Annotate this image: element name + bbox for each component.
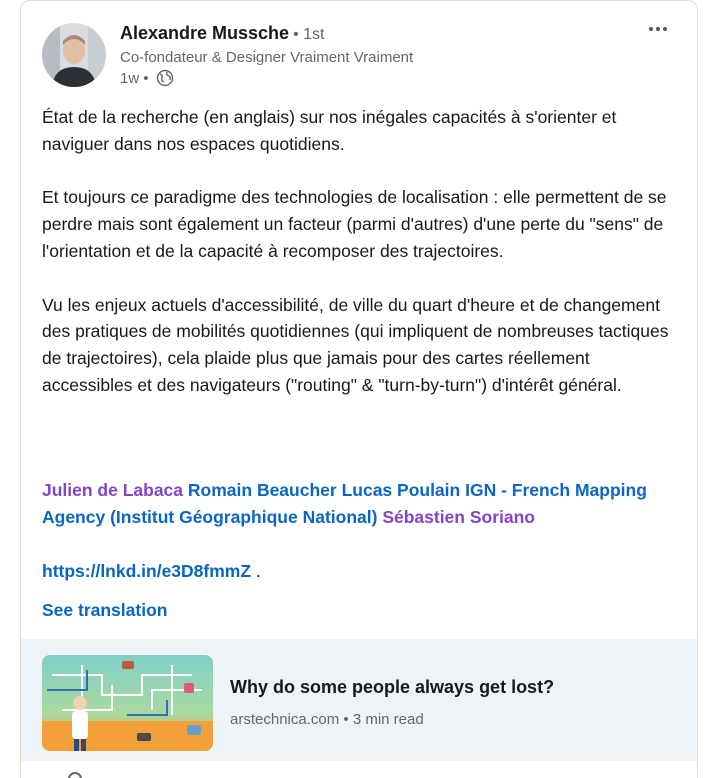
more-horizontal-icon-dot: [663, 27, 667, 31]
globe-icon: [156, 69, 174, 87]
article-preview[interactable]: Why do some people always get lost? arst…: [21, 639, 697, 761]
meta-separator: •: [143, 69, 149, 87]
connection-degree: • 1st: [293, 26, 325, 43]
mention-julien-de-labaca[interactable]: Julien de Labaca: [42, 480, 183, 500]
author-name[interactable]: Alexandre Mussche • 1st: [120, 23, 324, 44]
article-title[interactable]: Why do some people always get lost?: [230, 677, 554, 698]
article-meta-separator: •: [343, 711, 349, 728]
mention-romain-beaucher[interactable]: Romain Beaucher: [188, 480, 337, 500]
post-meta: 1w •: [120, 69, 174, 87]
post-card: Alexandre Mussche • 1st Co-fondateur & De…: [20, 0, 698, 778]
article-thumbnail[interactable]: [42, 655, 213, 751]
post-body-text: État de la recherche (en anglais) sur no…: [42, 107, 669, 395]
reaction-icon-partial: [68, 772, 82, 778]
author-avatar[interactable]: [42, 23, 106, 87]
more-horizontal-icon-dot: [656, 27, 660, 31]
link-suffix: .: [255, 561, 261, 581]
article-read-time: 3 min read: [352, 711, 424, 728]
author-headline: Co-fondateur & Designer Vraiment Vraimen…: [120, 49, 414, 66]
mention-sebastien-soriano[interactable]: Sébastien Soriano: [382, 507, 535, 527]
more-options-button[interactable]: [645, 19, 671, 39]
see-translation-button[interactable]: See translation: [42, 600, 167, 621]
post-mentions: Julien de Labaca Romain Beaucher Lucas P…: [42, 477, 682, 531]
post-time: 1w: [120, 69, 140, 87]
mention-lucas-poulain[interactable]: Lucas Poulain: [342, 480, 461, 500]
article-meta: arstechnica.com • 3 min read: [230, 711, 424, 728]
post-link[interactable]: https://lnkd.in/e3D8fmmZ: [42, 561, 251, 581]
article-source: arstechnica.com: [230, 711, 340, 728]
link-line: https://lnkd.in/e3D8fmmZ .: [42, 558, 261, 585]
author-name-text[interactable]: Alexandre Mussche: [120, 23, 289, 43]
more-horizontal-icon-dot: [649, 27, 653, 31]
